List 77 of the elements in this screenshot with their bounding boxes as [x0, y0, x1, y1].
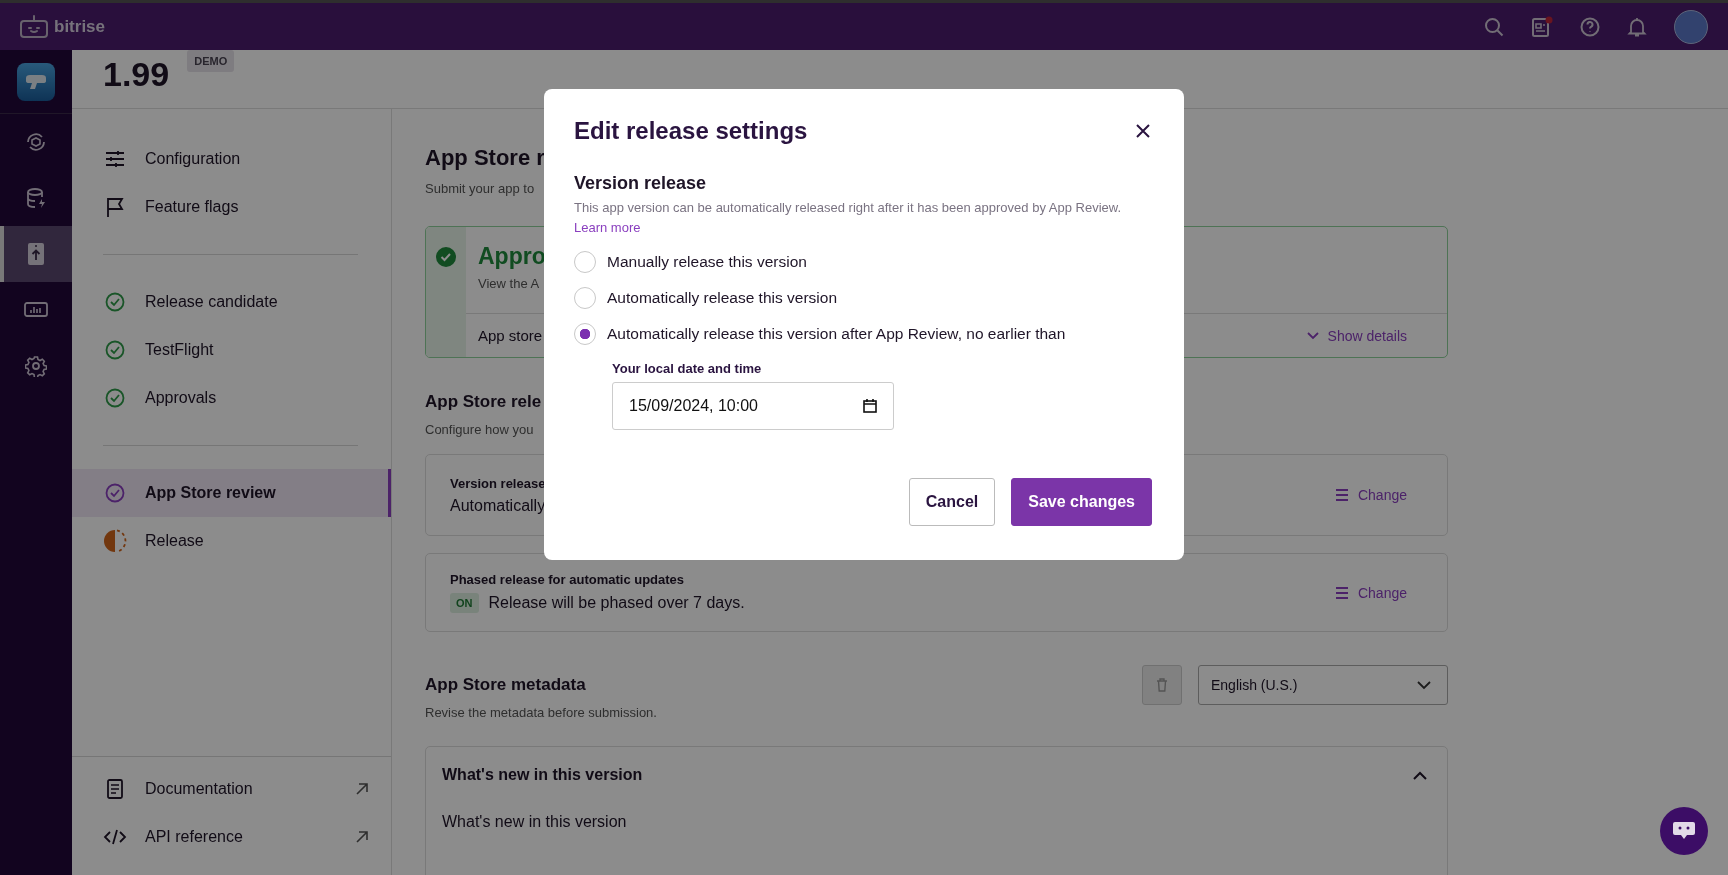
chevron-down-icon	[1306, 331, 1319, 340]
chat-button[interactable]	[1660, 807, 1708, 855]
sliders-icon	[103, 150, 127, 168]
section-subtitle: Configure how you	[425, 422, 534, 437]
close-icon	[1136, 124, 1150, 138]
check-circle-icon	[103, 292, 127, 312]
setting-label: Phased release for automatic updates	[450, 572, 686, 587]
show-details-button[interactable]: Show details	[1302, 323, 1411, 348]
page-title: App Store r	[425, 145, 545, 171]
status-title: Appro	[478, 243, 546, 270]
cycle-icon	[25, 131, 47, 153]
sidebar-item[interactable]: Approvals	[72, 374, 391, 422]
setting-label: Version release	[450, 475, 546, 491]
app-icon[interactable]	[17, 62, 55, 101]
page-subtitle: Submit your app to	[425, 181, 535, 196]
robot-logo-icon	[20, 14, 48, 39]
upload-phone-icon	[27, 242, 45, 266]
status-badge: ON	[450, 593, 479, 613]
date-time-field[interactable]: 15/09/2024, 10:00	[612, 382, 894, 430]
half-circle-icon	[103, 529, 127, 553]
setting-value: Release will be phased over 7 days.	[488, 594, 745, 612]
chat-icon	[1672, 821, 1696, 841]
radio-option[interactable]: Automatically release this version after App Review, no earlier than	[574, 322, 1154, 346]
save-button[interactable]: Save changes	[1011, 478, 1152, 526]
cancel-button[interactable]: Cancel	[908, 478, 996, 526]
demo-badge: DEMO	[187, 50, 235, 72]
sidebar-item[interactable]: Release candidate	[72, 278, 391, 326]
logo-text: bitrise	[54, 16, 106, 37]
bell-icon[interactable]	[1627, 16, 1647, 37]
check-circle-icon	[436, 247, 456, 267]
sidebar-item[interactable]: Feature flags	[72, 183, 391, 231]
changelog-icon[interactable]	[1531, 15, 1553, 38]
search-icon[interactable]	[1484, 16, 1504, 37]
dialog-title: Edit release settings	[574, 117, 808, 145]
list-icon	[1334, 489, 1349, 501]
radio-button[interactable]	[574, 323, 596, 345]
code-icon	[103, 829, 127, 845]
sidebar-link[interactable]: Documentation	[72, 765, 391, 813]
language-select[interactable]: English (U.S.)	[1198, 665, 1448, 705]
list-icon	[1334, 586, 1349, 599]
radio-option[interactable]: Automatically release this version	[574, 286, 1154, 310]
avatar[interactable]	[1674, 9, 1708, 44]
check-circle-icon	[103, 388, 127, 408]
section-subtitle: Revise the metadata before submission.	[425, 705, 657, 720]
row-label: App store	[478, 327, 543, 344]
external-arrow-icon	[355, 830, 369, 844]
status-text: View the A	[478, 276, 540, 291]
external-arrow-icon	[355, 782, 369, 796]
database-icon	[25, 187, 47, 209]
field-label: What's new in this version	[441, 813, 628, 831]
section-title: App Store rele	[425, 392, 542, 412]
sidebar-item[interactable]: TestFlight	[72, 326, 391, 374]
rail-item[interactable]	[0, 226, 72, 282]
section-heading: Version release	[574, 173, 708, 194]
check-circle-icon	[103, 483, 127, 503]
accordion-header[interactable]: What's new in this version	[426, 747, 1447, 803]
change-button[interactable]: Change	[1330, 483, 1411, 507]
radio-option[interactable]: Manually release this version	[574, 250, 1154, 274]
help-icon[interactable]	[1580, 16, 1600, 37]
chart-icon	[24, 301, 48, 319]
trash-icon	[1156, 678, 1168, 692]
version-number: 1.99	[103, 54, 170, 95]
chevron-icon	[1413, 770, 1427, 780]
setting-value: Automatically	[450, 496, 546, 515]
sidebar-item[interactable]: Release	[72, 517, 391, 565]
settings-icon	[25, 355, 47, 377]
field-label: Your local date and time	[612, 361, 763, 376]
section-title: App Store metadata	[425, 675, 586, 695]
change-button[interactable]: Change	[1330, 580, 1411, 605]
sidebar-item[interactable]: App Store review	[72, 469, 391, 517]
description: This app version can be automatically released right after it has been approved by App Review. Learn more	[574, 199, 1123, 237]
sidebar-link[interactable]: API reference	[72, 813, 391, 861]
sidebar-item[interactable]: Configuration	[72, 135, 391, 183]
calendar-icon	[863, 399, 877, 413]
chevron-down-icon	[1417, 680, 1431, 690]
check-circle-icon	[103, 340, 127, 360]
learn-more-link[interactable]: Learn more	[574, 220, 641, 235]
